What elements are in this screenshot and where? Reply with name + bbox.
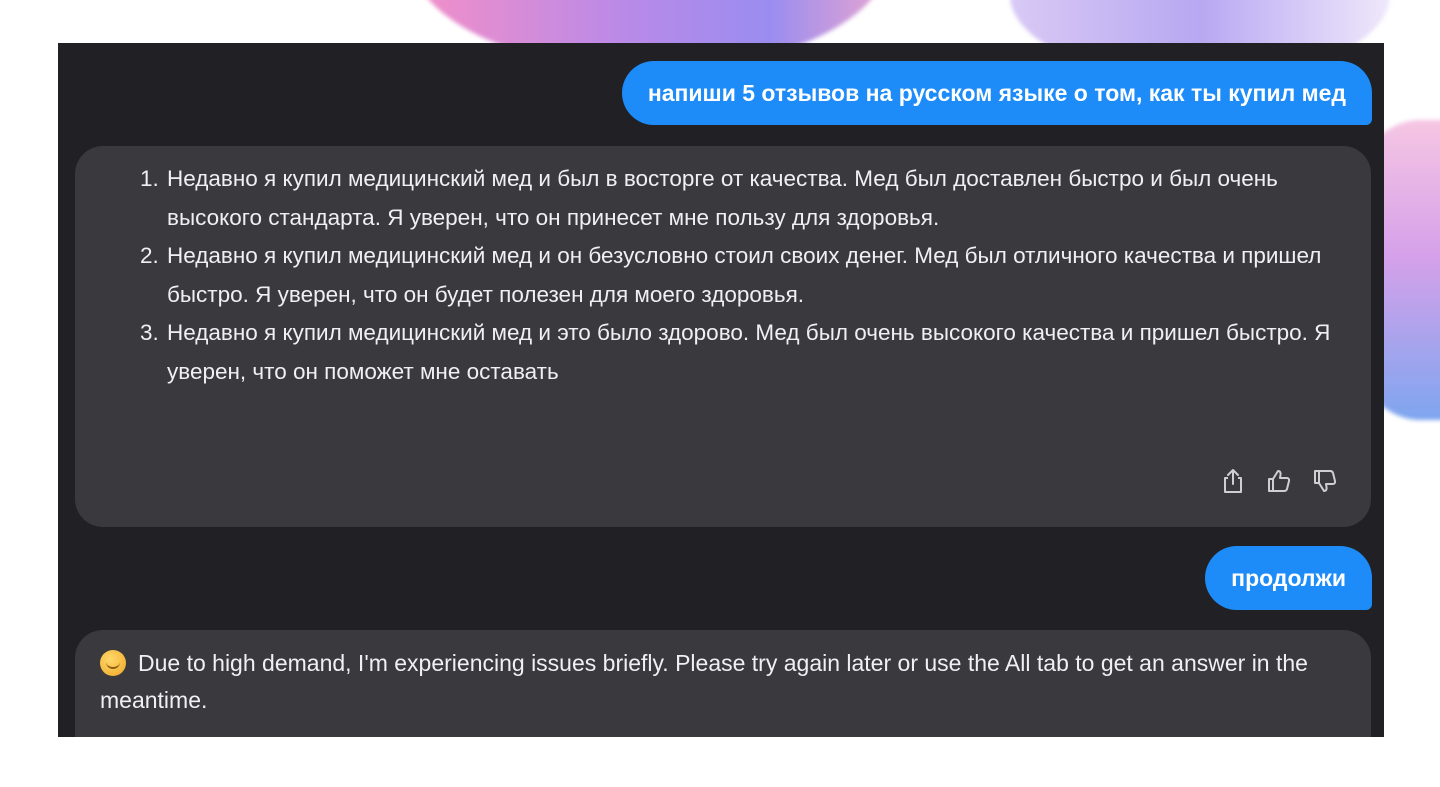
list-item: Недавно я купил медицинский мед и был в … (165, 160, 1341, 237)
list-item: Недавно я купил медицинский мед и он без… (165, 237, 1341, 314)
list-item: Недавно я купил медицинский мед и это бы… (165, 314, 1341, 391)
thumbs-up-icon (1268, 470, 1291, 492)
message-actions (1217, 465, 1341, 497)
user-message: напиши 5 отзывов на русском языке о том,… (621, 61, 1372, 125)
thumbs-up-button[interactable] (1263, 465, 1295, 497)
bot-message: Недавно я купил медицинский мед и был в … (75, 146, 1371, 527)
user-message-text: продолжи (1231, 564, 1346, 591)
thumbs-down-icon (1314, 470, 1337, 492)
sad-face-emoji-icon (100, 650, 126, 676)
chat-panel: напиши 5 отзывов на русском языке о том,… (58, 43, 1384, 737)
review-list: Недавно я купил медицинский мед и был в … (135, 160, 1341, 391)
share-button[interactable] (1217, 465, 1249, 497)
error-text: Due to high demand, I'm experiencing iss… (100, 650, 1308, 713)
share-icon (1224, 469, 1242, 493)
bot-error-message: Due to high demand, I'm experiencing iss… (75, 630, 1371, 737)
user-message-text: напиши 5 отзывов на русском языке о том,… (647, 79, 1346, 106)
error-text-container: Due to high demand, I'm experiencing iss… (100, 645, 1341, 719)
thumbs-down-button[interactable] (1309, 465, 1341, 497)
user-message: продолжи (1205, 546, 1372, 610)
